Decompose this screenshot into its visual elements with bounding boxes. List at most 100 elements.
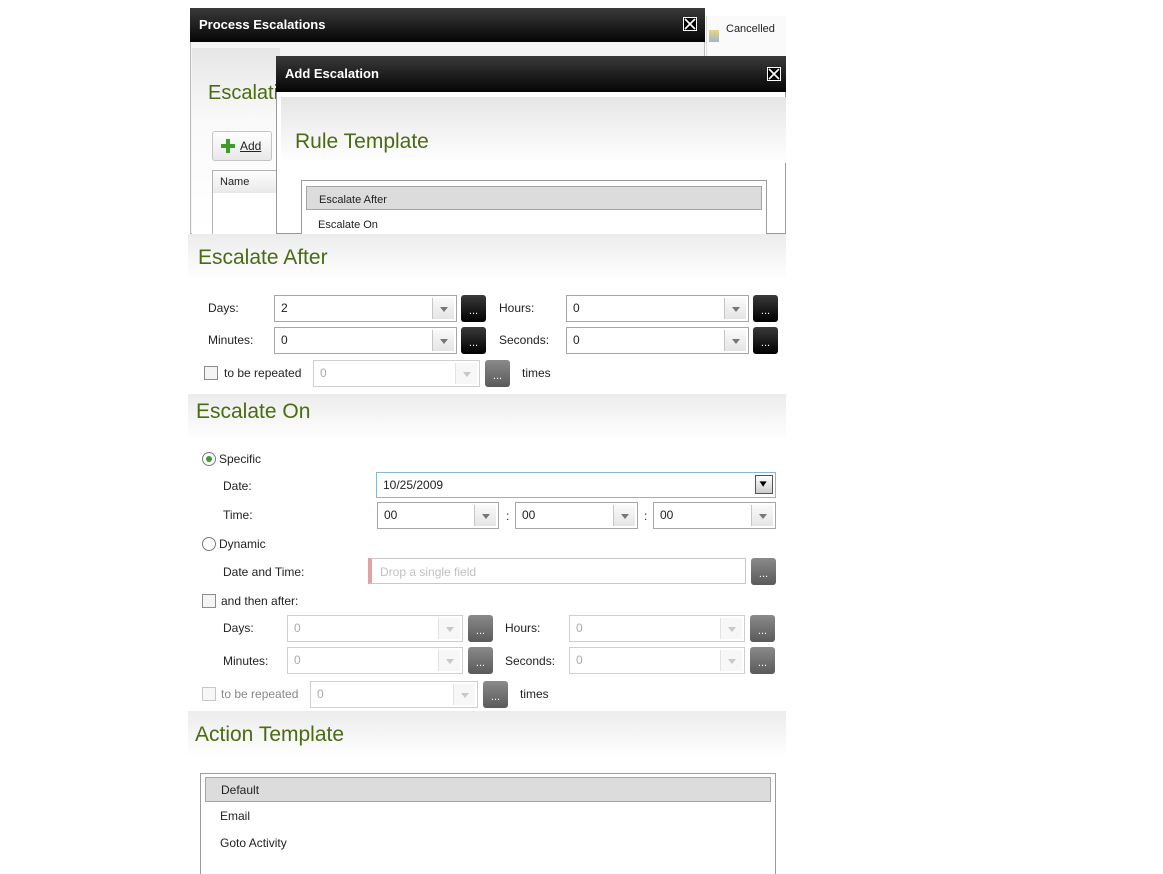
rule-template-item-label: Escalate On	[318, 219, 378, 231]
repeat-count-value: 0	[317, 687, 324, 701]
time-minute-select[interactable]: 00	[515, 502, 638, 529]
add-escalation-title: Add Escalation	[285, 66, 379, 81]
chevron-down-icon[interactable]	[432, 330, 454, 351]
rule-template-item[interactable]: Escalate On	[306, 212, 762, 236]
seconds-expression-button[interactable]: ...	[753, 327, 778, 354]
then-minutes-value: 0	[294, 653, 301, 667]
close-icon[interactable]	[683, 17, 697, 31]
times-label: times	[522, 366, 551, 380]
minutes-expression-button[interactable]: ...	[461, 327, 486, 354]
escalate-on-heading: Escalate On	[196, 400, 311, 423]
then-minutes-select[interactable]: 0	[287, 647, 463, 674]
times-label: times	[520, 687, 549, 701]
drop-field-input[interactable]: Drop a single field	[368, 558, 746, 584]
time-label: Time:	[223, 508, 253, 522]
minutes-value: 0	[281, 333, 288, 347]
name-column-label: Name	[220, 176, 250, 188]
minutes-label: Minutes:	[208, 333, 254, 347]
process-escalations-title: Process Escalations	[199, 17, 326, 32]
hours-expression-button[interactable]: ...	[753, 295, 778, 322]
rule-template-item-label: Escalate After	[319, 194, 387, 206]
then-days-select[interactable]: 0	[287, 615, 463, 642]
seconds-label: Seconds:	[505, 654, 556, 668]
then-seconds-select[interactable]: 0	[569, 647, 745, 674]
chevron-down-icon[interactable]	[474, 505, 496, 526]
chevron-down-icon[interactable]	[724, 330, 746, 351]
chevron-down-icon[interactable]	[720, 650, 742, 671]
chevron-down-icon[interactable]	[724, 298, 746, 319]
repeat-expression-button[interactable]: ...	[485, 360, 510, 387]
chevron-down-icon[interactable]	[453, 684, 475, 705]
rule-template-item[interactable]: Escalate After	[306, 186, 762, 210]
action-template-item-label: Email	[220, 809, 251, 823]
escalations-list[interactable]	[212, 193, 278, 234]
seconds-value: 0	[573, 333, 580, 347]
then-hours-expression-button[interactable]: ...	[750, 615, 775, 642]
escalate-after-header: Escalate After	[188, 234, 786, 280]
close-icon[interactable]	[767, 67, 781, 81]
days-select[interactable]: 2	[274, 295, 457, 322]
rule-template-heading: Rule Template	[295, 130, 429, 153]
action-template-item-label: Default	[221, 783, 260, 797]
calendar-dropdown-icon[interactable]	[755, 475, 773, 494]
process-escalations-titlebar[interactable]: Process Escalations	[190, 8, 705, 42]
seconds-select[interactable]: 0	[566, 327, 749, 354]
then-hours-value: 0	[576, 621, 583, 635]
repeat-count-select[interactable]: 0	[310, 681, 478, 708]
days-label: Days:	[208, 301, 239, 315]
chevron-down-icon[interactable]	[455, 363, 477, 384]
add-button-label: Add	[240, 139, 262, 153]
then-minutes-expression-button[interactable]: ...	[468, 647, 493, 674]
repeat-checkbox[interactable]	[204, 366, 218, 380]
then-after-label: and then after:	[221, 594, 299, 608]
time-hour-select[interactable]: 00	[377, 502, 499, 529]
repeat-label: to be repeated	[224, 366, 302, 380]
minutes-select[interactable]: 0	[274, 327, 457, 354]
hours-label: Hours:	[499, 301, 535, 315]
date-value: 10/25/2009	[383, 478, 444, 492]
date-picker[interactable]: 10/25/2009	[376, 472, 776, 498]
hours-label: Hours:	[505, 621, 541, 635]
specific-label: Specific	[219, 452, 262, 466]
date-and-time-label: Date and Time:	[223, 565, 305, 579]
chevron-down-icon[interactable]	[432, 298, 454, 319]
repeat-count-select[interactable]: 0	[313, 360, 480, 387]
then-hours-select[interactable]: 0	[569, 615, 745, 642]
action-template-header: Action Template	[188, 711, 786, 757]
chevron-down-icon[interactable]	[751, 505, 773, 526]
action-template-item[interactable]: Goto Activity	[205, 831, 771, 855]
repeat-count-value: 0	[320, 366, 327, 380]
time-hour-value: 00	[384, 508, 398, 522]
add-escalation-titlebar[interactable]: Add Escalation	[276, 56, 786, 92]
time-separator: :	[506, 509, 510, 523]
repeat-expression-button[interactable]: ...	[483, 681, 508, 708]
action-template-item[interactable]: Email	[205, 804, 771, 828]
hours-value: 0	[573, 301, 580, 315]
rule-template-list[interactable]: Escalate After Escalate On	[301, 180, 767, 234]
time-second-select[interactable]: 00	[653, 502, 776, 529]
action-template-item[interactable]: Default	[205, 777, 771, 802]
plus-icon	[221, 139, 235, 153]
specific-radio[interactable]	[202, 452, 216, 466]
status-icon	[709, 30, 719, 42]
hours-select[interactable]: 0	[566, 295, 749, 322]
escalate-after-heading: Escalate After	[198, 246, 328, 269]
then-seconds-expression-button[interactable]: ...	[750, 647, 775, 674]
add-button[interactable]: Add	[212, 131, 272, 161]
days-expression-button[interactable]: ...	[461, 295, 486, 322]
dynamic-radio[interactable]	[202, 537, 216, 551]
repeat-checkbox[interactable]	[202, 687, 216, 701]
then-after-checkbox[interactable]	[202, 594, 216, 608]
chevron-down-icon[interactable]	[438, 650, 460, 671]
chevron-down-icon[interactable]	[720, 618, 742, 639]
time-minute-value: 00	[522, 508, 536, 522]
escalate-on-header: Escalate On	[188, 394, 786, 440]
cancelled-label: Cancelled	[726, 23, 775, 35]
action-template-list[interactable]: Default Email Goto Activity	[200, 773, 776, 874]
then-days-expression-button[interactable]: ...	[468, 615, 493, 642]
chevron-down-icon[interactable]	[613, 505, 635, 526]
chevron-down-icon[interactable]	[438, 618, 460, 639]
date-time-expression-button[interactable]: ...	[751, 558, 776, 585]
date-label: Date:	[223, 479, 252, 493]
name-column-header[interactable]: Name	[212, 170, 278, 194]
